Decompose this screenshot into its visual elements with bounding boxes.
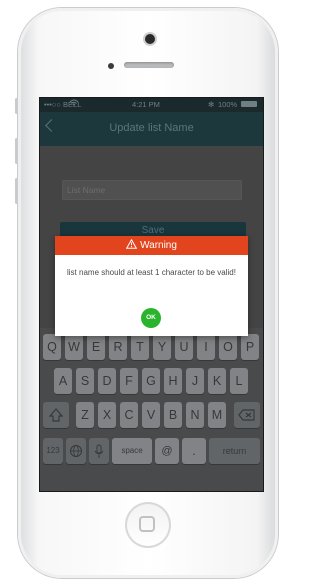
dialog-message: list name should at least 1 character to…: [67, 268, 236, 277]
front-camera: [145, 34, 155, 44]
dialog-header: Warning: [55, 236, 248, 255]
warning-triangle-icon: [126, 239, 138, 250]
volume-down-button: [15, 178, 18, 204]
warning-dialog: Warning list name should at least 1 char…: [55, 236, 248, 336]
phone-screen: •••○○ BELL 4:21 PM ✻ 100% Update list Na…: [39, 97, 264, 492]
volume-up-button: [15, 138, 18, 164]
earpiece-speaker: [124, 62, 174, 68]
home-square-icon: [139, 516, 155, 532]
dialog-title: Warning: [140, 240, 177, 251]
home-button[interactable]: [125, 502, 171, 548]
proximity-sensor: [108, 63, 114, 69]
mute-switch: [15, 98, 18, 114]
ok-button[interactable]: OK: [141, 308, 161, 328]
